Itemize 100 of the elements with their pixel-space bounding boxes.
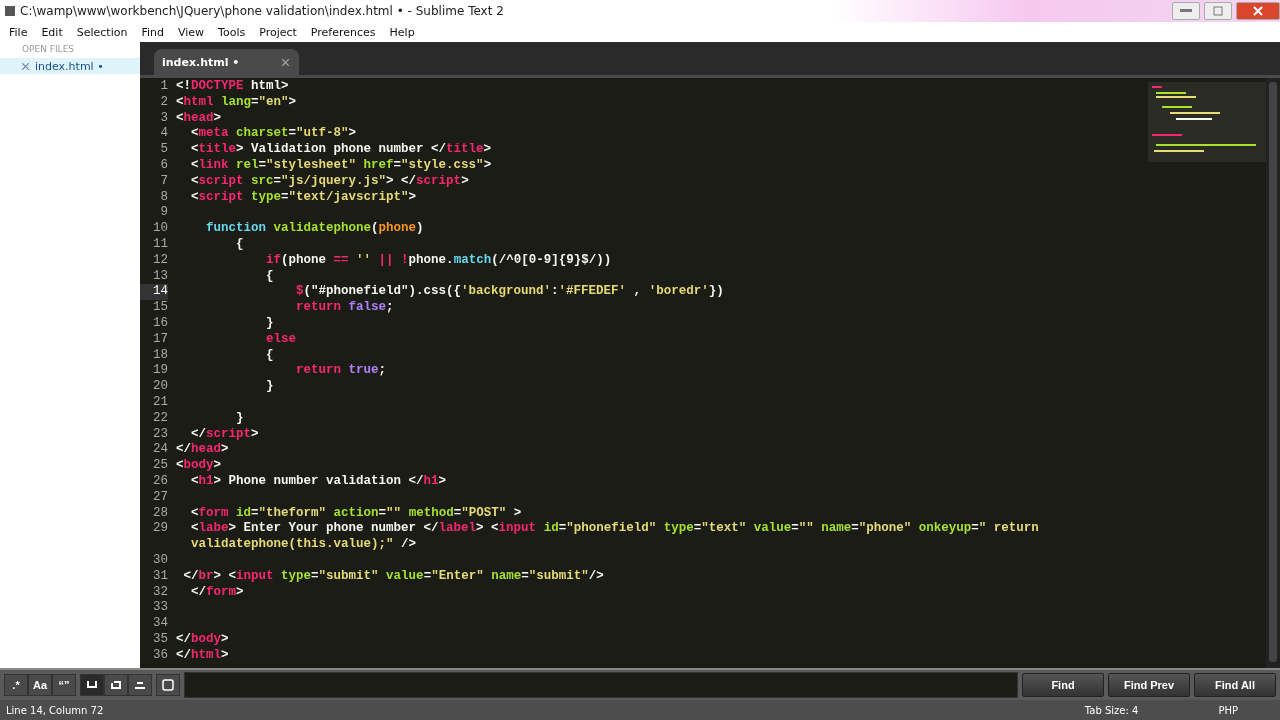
line-number: 17	[152, 331, 168, 348]
menu-item[interactable]: Preferences	[303, 25, 383, 39]
option-toggle[interactable]: “”	[52, 674, 76, 696]
code-line: <!DOCTYPE html>	[176, 79, 290, 95]
highlight-toggle-icon[interactable]	[128, 674, 152, 696]
syntax-mode[interactable]: PHP	[1218, 704, 1238, 716]
line-number: 36	[152, 647, 168, 664]
find-button[interactable]: Find All	[1194, 673, 1276, 697]
menu-item[interactable]: Project	[252, 25, 304, 39]
code-line: return true;	[295, 363, 388, 380]
file-name: index.html •	[35, 59, 104, 73]
line-number: 12	[152, 252, 168, 269]
line-number: 21	[152, 394, 168, 411]
line-number: 14	[140, 284, 168, 301]
find-button[interactable]: Find	[1022, 673, 1104, 697]
menu-item[interactable]: Find	[134, 25, 171, 39]
scrollbar-thumb[interactable]	[1269, 82, 1277, 662]
code-line: }	[265, 379, 275, 395]
line-number: 4	[159, 126, 168, 143]
minimap-drawing[interactable]	[1148, 82, 1266, 162]
line-number: 3	[159, 110, 168, 127]
code-line: $("#phonefield").css({'background':'#FFEDEF' , 'boredr'})	[295, 284, 725, 301]
line-number: 34	[152, 616, 168, 632]
line-number: 22	[152, 410, 168, 427]
code-line: <script type="text/javscript">	[190, 189, 418, 206]
close-icon[interactable]	[282, 58, 289, 66]
line-number: 18	[152, 347, 168, 364]
line-number: 29	[152, 521, 168, 538]
code-line: validatephone(this.value);" />	[190, 537, 418, 553]
menu-item[interactable]: View	[171, 25, 212, 39]
line-number: 19	[152, 363, 168, 380]
code-line: return false;	[295, 300, 395, 316]
sidebar-file[interactable]: index.html •	[0, 58, 140, 74]
code-line: }	[265, 315, 275, 332]
line-number: 26	[152, 473, 168, 490]
close-icon[interactable]	[1236, 2, 1280, 20]
wrap-toggle-icon[interactable]	[80, 674, 104, 696]
code-line: </form>	[190, 584, 245, 601]
line-number: 20	[152, 379, 168, 395]
file-tab[interactable]: index.html •	[154, 49, 299, 75]
menu-item[interactable]: Help	[382, 25, 422, 39]
line-number: 9	[159, 205, 168, 222]
line-number: 2	[159, 94, 168, 111]
code-line: <h1> Phone number validation </h1>	[190, 473, 448, 490]
find-button[interactable]: Find Prev	[1108, 673, 1190, 697]
tab-label: index.html •	[162, 55, 240, 69]
option-toggle[interactable]: .*	[4, 674, 28, 696]
code-line: </script>	[190, 426, 260, 443]
line-number: 13	[152, 268, 168, 285]
code-line: function validatephone(phone)	[205, 221, 425, 237]
line-number: 16	[152, 315, 168, 332]
code-line: </html>	[176, 647, 230, 664]
line-number: 11	[152, 236, 168, 253]
line-number: 33	[152, 600, 168, 617]
loop-toggle-icon[interactable]	[104, 674, 128, 696]
minimize-icon[interactable]	[1172, 2, 1200, 20]
line-number: 28	[152, 505, 168, 522]
menu-item[interactable]: File	[2, 25, 35, 39]
code-line: else	[265, 331, 298, 348]
line-number: 31	[152, 568, 168, 585]
maximize-icon[interactable]	[1204, 2, 1232, 20]
code-line: {	[235, 236, 245, 253]
close-icon[interactable]	[22, 62, 29, 70]
line-number: 32	[152, 584, 168, 601]
line-number: 10	[152, 221, 168, 237]
line-number: 24	[152, 442, 168, 459]
find-field[interactable]	[184, 672, 1018, 698]
app-icon	[4, 5, 16, 17]
line-number: 7	[159, 173, 168, 190]
cursor-position: Line 14, Column 72	[6, 704, 104, 716]
code-line: <link rel="stylesheet" href="style.css">	[190, 158, 493, 174]
code-line: <html lang="en">	[176, 94, 298, 111]
code-line: </body>	[176, 631, 230, 648]
code-line: {	[265, 347, 275, 364]
line-number: 30	[152, 552, 168, 569]
code-line: <body>	[176, 458, 223, 474]
line-number: 5	[159, 142, 168, 158]
line-number: 1	[159, 79, 168, 95]
code-line: <script src="js/jquery.js"> </script>	[190, 173, 470, 190]
line-number: 6	[159, 158, 168, 174]
line-number: 35	[152, 631, 168, 648]
menu-item[interactable]: Edit	[34, 25, 70, 39]
code-line: </br> <input type="submit" value="Enter" name="submit"/>	[182, 568, 605, 585]
square-toggle-icon[interactable]	[156, 674, 180, 696]
line-number: 27	[152, 489, 168, 506]
option-toggle[interactable]: Aa	[28, 674, 52, 696]
code-line: <form id="theform" action="" method="POST" >	[190, 505, 523, 522]
line-number: 23	[152, 426, 168, 443]
code-line: <meta charset="utf-8">	[190, 126, 358, 143]
menu-item[interactable]: Selection	[69, 25, 135, 39]
code-line: if(phone == '' || !phone.match(/^0[0-9]{9}$/))	[265, 252, 613, 269]
line-number: 25	[152, 458, 168, 474]
code-line: </head>	[176, 442, 230, 459]
menu-item[interactable]: Tools	[211, 25, 253, 39]
code-line: }	[235, 410, 245, 427]
code-line: <head>	[176, 110, 223, 127]
tab-size[interactable]: Tab Size: 4	[1084, 704, 1139, 716]
line-number: 8	[159, 189, 168, 206]
window-title: C:\wamp\www\workbench\JQuery\phone validation\index.html • - Sublime Text 2	[20, 4, 505, 18]
sidebar-header: OPEN FILES	[21, 44, 76, 56]
